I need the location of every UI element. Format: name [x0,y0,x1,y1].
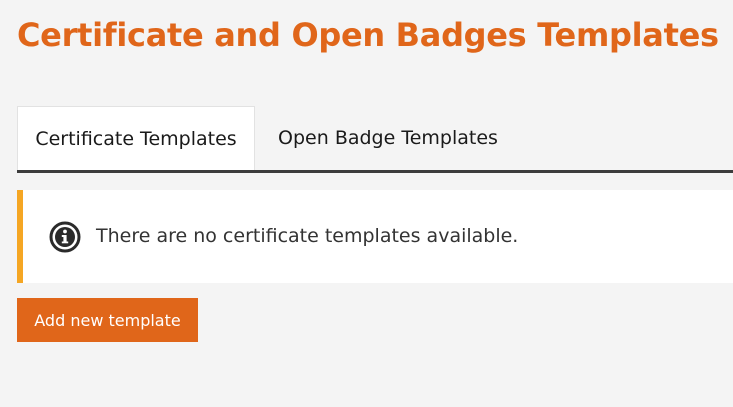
tab-certificate-templates[interactable]: Certificate Templates [17,106,255,170]
template-tabs: Certificate Templates Open Badge Templat… [17,106,733,174]
alert-message: There are no certificate templates avail… [96,225,519,247]
tab-open-badge-templates[interactable]: Open Badge Templates [255,106,521,170]
add-new-template-button[interactable]: Add new template [17,298,198,342]
tab-bar-underline [17,170,733,173]
page-title: Certificate and Open Badges Templates [17,16,719,54]
empty-state-alert: There are no certificate templates avail… [17,190,733,283]
info-icon [49,221,81,253]
